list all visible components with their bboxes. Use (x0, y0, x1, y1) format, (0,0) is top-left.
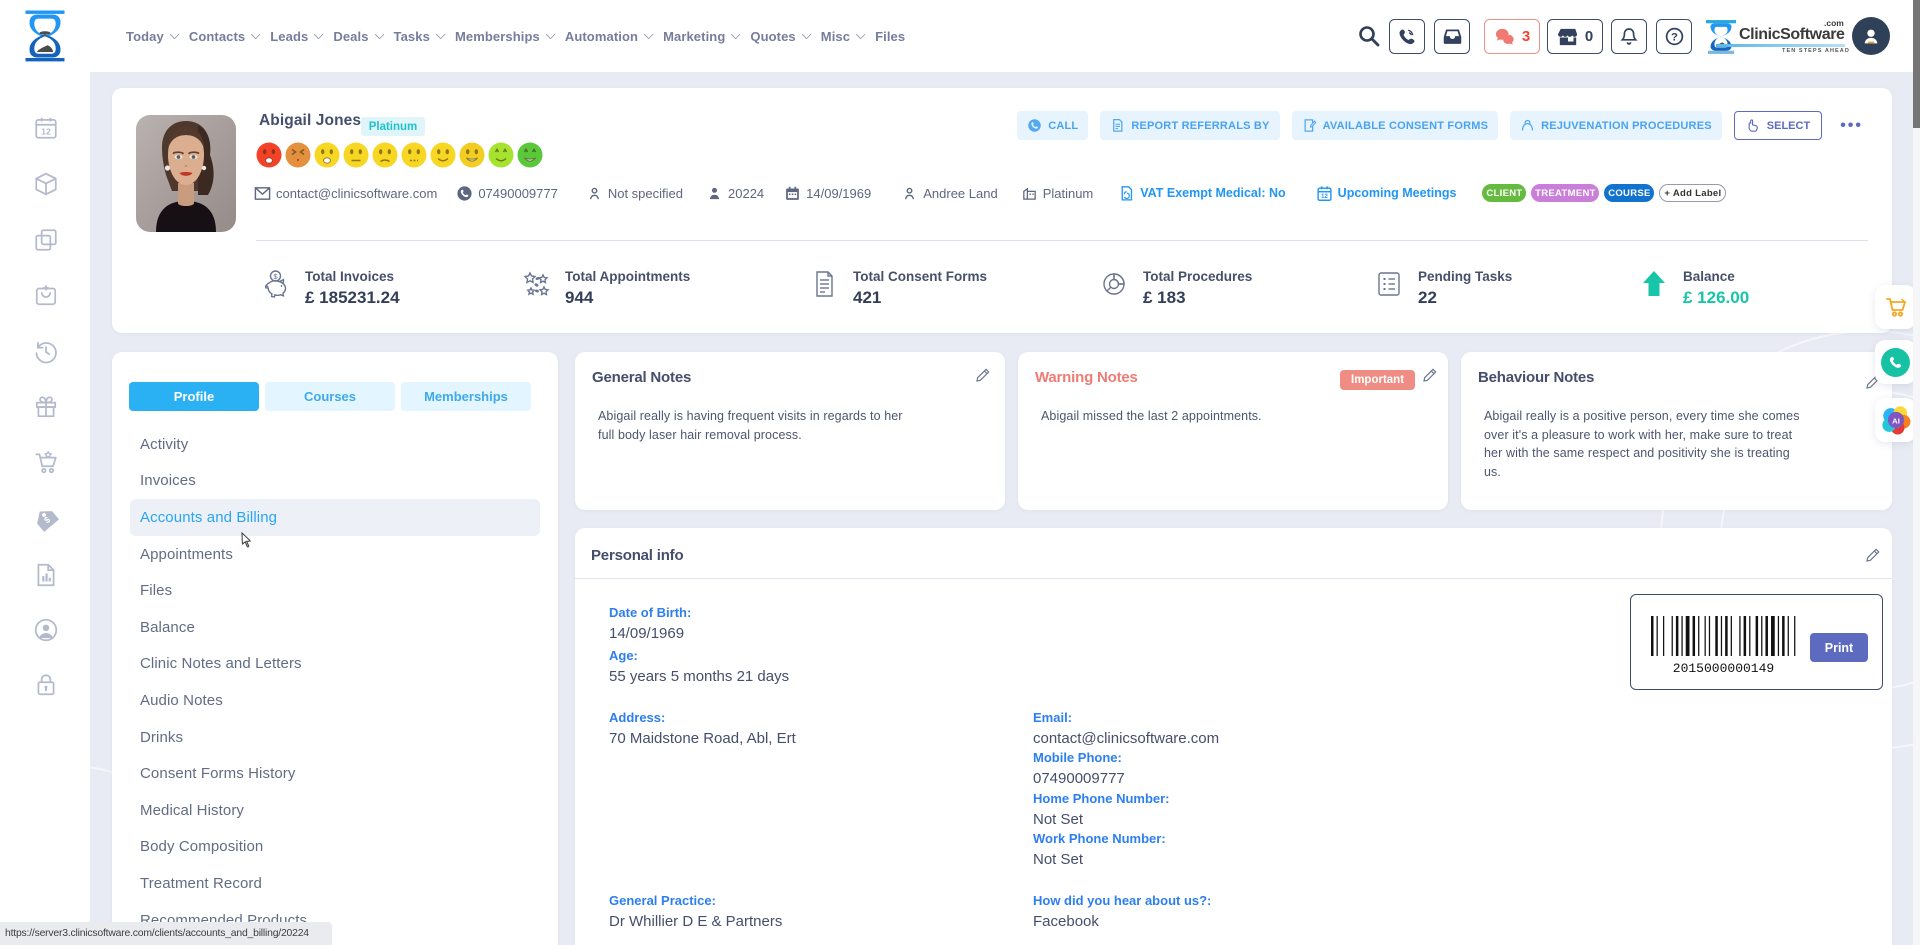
svg-text:?: ? (1671, 31, 1678, 43)
svg-text:12: 12 (41, 127, 51, 137)
svg-text:12: 12 (1321, 194, 1328, 200)
svg-text:AI: AI (1892, 416, 1900, 425)
svg-text:$: $ (273, 272, 278, 281)
